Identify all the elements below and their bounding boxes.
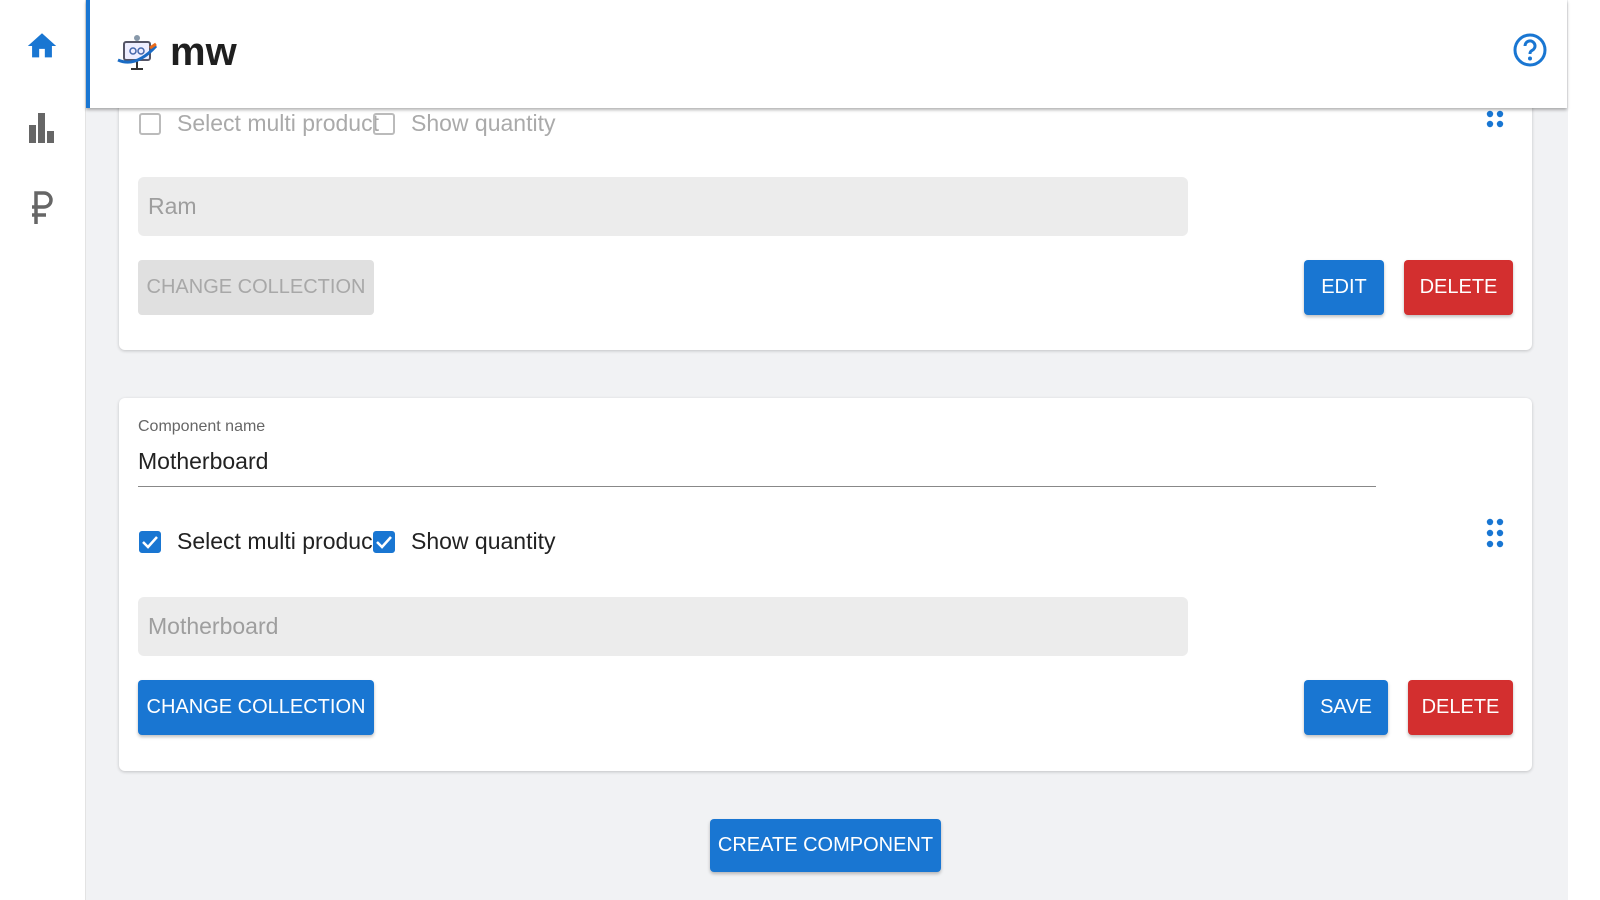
component-name-input[interactable]: Motherboard: [138, 448, 1376, 487]
help-icon[interactable]: [1513, 32, 1547, 73]
change-collection-button[interactable]: CHANGE COLLECTION: [138, 260, 374, 315]
bar-chart-icon[interactable]: [24, 110, 60, 146]
save-button[interactable]: SAVE: [1304, 680, 1388, 735]
edit-button[interactable]: EDIT: [1304, 260, 1384, 315]
create-component-button[interactable]: CREATE COMPONENT: [710, 819, 941, 872]
delete-button[interactable]: DELETE: [1408, 680, 1513, 735]
checkbox-checked-icon: [373, 530, 395, 553]
sidebar: [0, 0, 86, 900]
delete-button[interactable]: DELETE: [1404, 260, 1513, 315]
show-quantity-checkbox[interactable]: Show quantity: [373, 110, 555, 137]
checkbox-label: Select multi product: [177, 110, 379, 136]
collection-field[interactable]: Ram: [138, 177, 1188, 236]
select-multi-checkbox[interactable]: Select multi product: [139, 528, 379, 555]
app-title: mw: [170, 30, 237, 74]
component-card: Component name Motherboard Select multi …: [119, 398, 1532, 771]
checkbox-checked-icon: [139, 530, 161, 553]
checkbox-label: Show quantity: [411, 110, 556, 136]
checkbox-label: Select multi product: [177, 528, 379, 554]
drag-handle-icon[interactable]: [1486, 518, 1504, 555]
change-collection-button[interactable]: CHANGE COLLECTION: [138, 680, 374, 735]
select-multi-checkbox[interactable]: Select multi product: [139, 110, 379, 137]
app-logo: [116, 34, 160, 79]
home-icon[interactable]: [24, 28, 60, 64]
show-quantity-checkbox[interactable]: Show quantity: [373, 528, 555, 555]
checkbox-label: Show quantity: [411, 528, 556, 554]
main-content: Select multi product Show quantity Ram C…: [86, 0, 1568, 900]
checkbox-box: [373, 112, 395, 135]
ruble-icon[interactable]: [24, 190, 60, 226]
component-name-label: Component name: [138, 418, 266, 435]
checkbox-box: [139, 112, 161, 135]
drag-handle-icon[interactable]: [1486, 110, 1504, 135]
collection-field[interactable]: Motherboard: [138, 597, 1188, 656]
app-header: mw: [86, 0, 1567, 108]
